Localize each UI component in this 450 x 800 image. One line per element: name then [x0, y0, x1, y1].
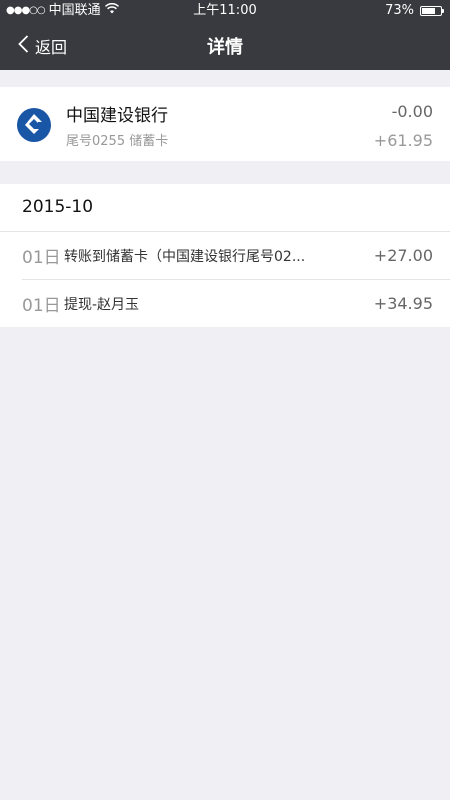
status-bar: ●●●○○ 中国联通 上午11:00 73%: [0, 0, 450, 22]
transaction-row[interactable]: 01日 提现-赵月玉 +34.95: [22, 280, 450, 327]
transaction-amount: +34.95: [373, 294, 433, 313]
page-title: 详情: [207, 37, 243, 58]
card-info: 尾号0255 储蓄卡: [66, 134, 169, 149]
month-header: 2015-10: [0, 184, 450, 232]
transaction-row[interactable]: 01日 转账到储蓄卡（中国建设银行尾号02... +27.00: [22, 232, 450, 280]
battery-percent: 73%: [385, 3, 414, 18]
top-bar: ●●●○○ 中国联通 上午11:00 73% 返回 详情: [0, 0, 450, 70]
chevron-left-icon: [18, 35, 29, 57]
bank-amount-top: -0.00: [391, 102, 433, 121]
transaction-day: 01日: [22, 248, 61, 268]
transaction-description: 转账到储蓄卡（中国建设银行尾号02...: [64, 248, 306, 265]
back-label: 返回: [35, 38, 68, 57]
back-button[interactable]: 返回: [18, 22, 67, 70]
navigation-bar: 返回 详情: [0, 22, 450, 70]
bank-name: 中国建设银行: [66, 106, 168, 126]
bank-card[interactable]: 中国建设银行 尾号0255 储蓄卡 -0.00 +61.95: [0, 87, 450, 161]
battery-icon: [420, 6, 444, 16]
battery-fill: [422, 8, 436, 14]
status-time: 上午11:00: [193, 3, 257, 18]
transaction-description: 提现-赵月玉: [64, 296, 140, 313]
transaction-amount: +27.00: [373, 246, 433, 265]
transaction-day: 01日: [22, 296, 61, 316]
bank-amount-bottom: +61.95: [373, 131, 433, 150]
transaction-group: 2015-10 01日 转账到储蓄卡（中国建设银行尾号02... +27.00 …: [0, 184, 450, 327]
bank-logo-icon: [17, 108, 51, 142]
status-right: 73%: [385, 0, 444, 22]
